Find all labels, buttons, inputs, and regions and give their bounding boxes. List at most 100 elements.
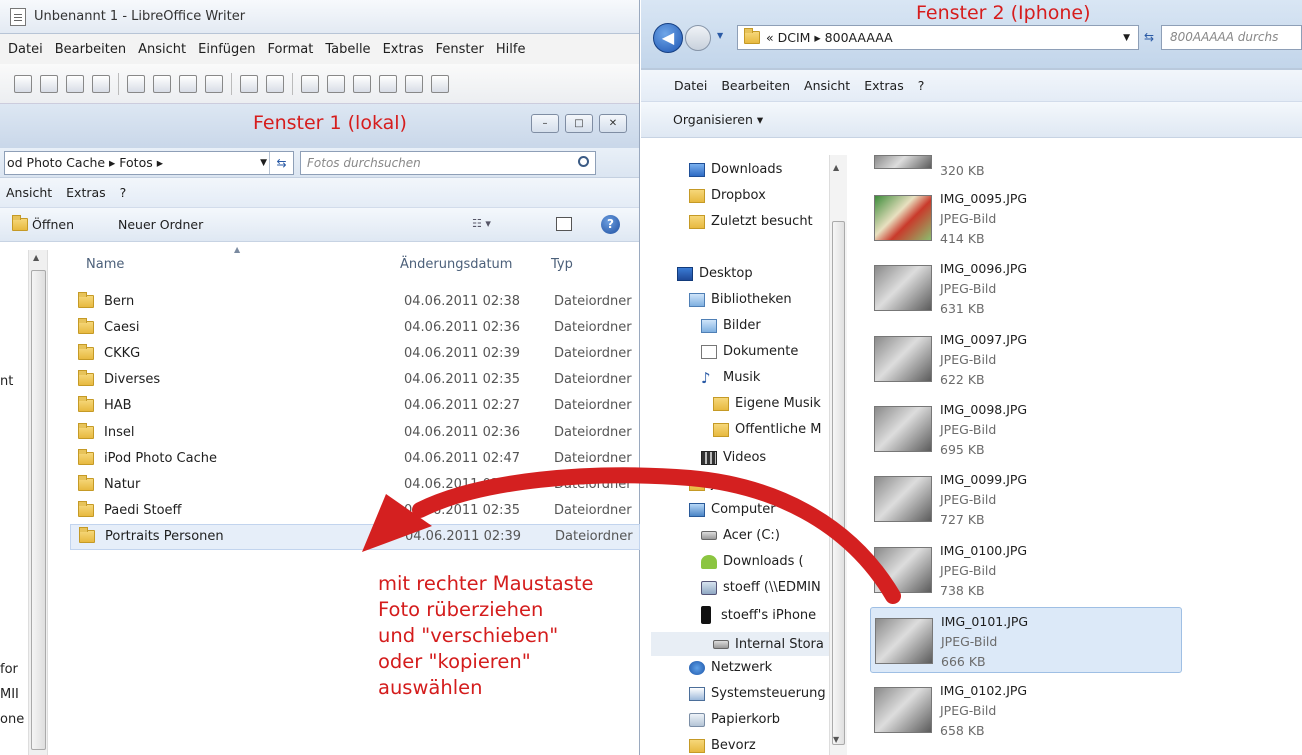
save-icon[interactable] (66, 74, 84, 93)
nav-item[interactable]: Öffentliche M (713, 422, 829, 437)
menu-ansicht[interactable]: Ansicht (804, 78, 850, 93)
navigation-scrollbar[interactable]: ▲ ▼ (829, 155, 847, 755)
nav-item[interactable]: Papierkorb (689, 712, 829, 727)
column-type[interactable]: Typ (551, 257, 573, 272)
maximize-button[interactable]: □ (565, 114, 593, 133)
file-item[interactable]: IMG_0097.JPG JPEG-Bild 622 KB (870, 326, 1182, 392)
open-icon[interactable] (40, 74, 58, 93)
open-button[interactable]: Öffnen (32, 217, 74, 232)
menu-format[interactable]: Format (268, 42, 314, 57)
refresh-icon[interactable]: ⇆ (1144, 25, 1160, 50)
menu-extras[interactable]: Extras (864, 78, 904, 93)
nav-item[interactable]: stoeff's iPhone (701, 606, 829, 624)
print-preview-icon[interactable] (205, 74, 223, 93)
organize-button[interactable]: Organisieren ▾ (673, 112, 763, 127)
menu-help[interactable]: ? (120, 185, 127, 200)
left-path-field[interactable]: od Photo Cache ▸ Fotos ▸ ▼ ⇆ (4, 150, 294, 175)
menu-tabelle[interactable]: Tabelle (325, 42, 370, 57)
nav-item[interactable]: Zuletzt besucht (689, 214, 829, 229)
menu-ansicht[interactable]: Ansicht (138, 42, 186, 57)
new-document-icon[interactable] (14, 74, 32, 93)
spellcheck-icon[interactable] (240, 74, 258, 93)
autospell-icon[interactable] (266, 74, 284, 93)
table-row[interactable]: iPod Photo Cache 04.06.2011 02:47 Dateiord… (70, 445, 640, 471)
scroll-up-icon[interactable]: ▲ (33, 253, 39, 262)
format-paintbrush-icon[interactable] (379, 74, 397, 93)
file-item[interactable]: IMG_0098.JPG JPEG-Bild 695 KB (870, 396, 1182, 462)
email-icon[interactable] (92, 74, 110, 93)
nav-item[interactable]: Downloads (689, 162, 829, 177)
paste-icon[interactable] (353, 74, 371, 93)
table-row[interactable]: Natur 04.06.2011 02:40 Dateiordner (70, 471, 640, 497)
table-row[interactable]: CKKG 04.06.2011 02:39 Dateiordner (70, 340, 640, 366)
nav-item[interactable]: Desktop (677, 266, 829, 281)
nav-item[interactable]: Internal Stora (651, 632, 829, 656)
menu-extras[interactable]: Extras (383, 42, 424, 57)
menu-einfuegen[interactable]: Einfügen (198, 42, 255, 57)
refresh-icon[interactable]: ⇆ (269, 151, 293, 174)
table-row[interactable]: Portraits Personen 04.06.2011 02:39 Dateio… (70, 523, 640, 550)
menu-ansicht[interactable]: Ansicht (6, 185, 52, 200)
file-item[interactable]: 320 KB (870, 125, 1182, 191)
scrollbar-thumb[interactable] (832, 221, 845, 745)
menu-bearbeiten[interactable]: Bearbeiten (721, 78, 790, 93)
undo-icon[interactable] (405, 74, 423, 93)
file-item[interactable]: IMG_0096.JPG JPEG-Bild 631 KB (870, 255, 1182, 321)
new-folder-button[interactable]: Neuer Ordner (118, 217, 203, 232)
right-search-input[interactable]: 800AAAAA durchs (1161, 25, 1302, 50)
file-item[interactable]: IMG_0099.JPG JPEG-Bild 727 KB (870, 466, 1182, 532)
menu-hilfe[interactable]: Hilfe (496, 42, 526, 57)
nav-item[interactable]: stoeff (\\EDMIN (701, 580, 829, 595)
table-row[interactable]: Paedi Stoeff 04.06.2011 02:35 Dateiordner (70, 498, 640, 524)
nav-item[interactable]: Eigene Musik (713, 396, 829, 411)
file-item[interactable]: IMG_0100.JPG JPEG-Bild 738 KB (870, 537, 1182, 603)
minimize-button[interactable]: – (531, 114, 559, 133)
chevron-down-icon[interactable]: ▼ (260, 158, 267, 168)
nav-item[interactable]: Downloads ( (701, 554, 829, 569)
search-icon[interactable] (578, 155, 589, 167)
menu-datei[interactable]: Datei (8, 42, 43, 57)
nav-item[interactable]: jac (689, 476, 829, 491)
redo-icon[interactable] (431, 74, 449, 93)
table-row[interactable]: HAB 04.06.2011 02:27 Dateiordner (70, 393, 640, 419)
nav-item[interactable]: Acer (C:) (701, 528, 829, 543)
nav-item[interactable]: Netzwerk (689, 660, 829, 675)
cut-icon[interactable] (301, 74, 319, 93)
nav-item[interactable]: ♪ Musik (701, 370, 829, 385)
nav-item[interactable]: Videos (701, 450, 829, 465)
left-nav-scrollbar[interactable]: ▲ (28, 250, 48, 755)
chevron-down-icon[interactable]: ▼ (1123, 33, 1130, 43)
menu-bearbeiten[interactable]: Bearbeiten (55, 42, 126, 57)
copy-icon[interactable] (327, 74, 345, 93)
nav-item[interactable]: Bevorz (689, 738, 829, 753)
nav-item[interactable]: Computer (689, 502, 829, 517)
left-search-input[interactable]: Fotos durchsuchen (300, 150, 596, 175)
nav-item[interactable]: Dropbox (689, 188, 829, 203)
menu-help[interactable]: ? (918, 78, 925, 93)
print-icon[interactable] (179, 74, 197, 93)
table-row[interactable]: Insel 04.06.2011 02:36 Dateiordner (70, 419, 640, 445)
menu-extras[interactable]: Extras (66, 185, 106, 200)
help-icon[interactable]: ? (601, 215, 620, 234)
nav-item[interactable]: Bilder (701, 318, 829, 333)
right-path-field[interactable]: « DCIM ▸ 800AAAAA ▼ (737, 25, 1139, 50)
table-row[interactable]: Diverses 04.06.2011 02:35 Dateiordner (70, 367, 640, 393)
history-dropdown-icon[interactable]: ▼ (717, 31, 723, 40)
scroll-down-icon[interactable]: ▼ (833, 735, 839, 744)
table-row[interactable]: Caesi 04.06.2011 02:36 Dateiordner (70, 314, 640, 340)
file-item[interactable]: IMG_0102.JPG JPEG-Bild 658 KB (870, 677, 1182, 743)
nav-item[interactable]: Dokumente (701, 344, 829, 359)
nav-item[interactable]: Systemsteuerung (689, 686, 829, 701)
forward-arrow-icon[interactable] (685, 25, 711, 51)
edit-icon[interactable] (127, 74, 145, 93)
back-arrow-icon[interactable]: ◀ (653, 23, 683, 53)
scrollbar-thumb[interactable] (31, 270, 46, 750)
scroll-up-icon[interactable]: ▲ (833, 163, 839, 172)
table-row[interactable]: Bern 04.06.2011 02:38 Dateiordner (70, 288, 640, 314)
nav-item[interactable]: Bibliotheken (689, 292, 829, 307)
view-options-icon[interactable]: ☷ ▾ (472, 217, 491, 230)
close-button[interactable]: ✕ (599, 114, 627, 133)
column-date[interactable]: Änderungsdatum (400, 257, 512, 272)
preview-pane-icon[interactable] (556, 217, 572, 231)
file-item[interactable]: IMG_0095.JPG JPEG-Bild 414 KB (870, 185, 1182, 251)
